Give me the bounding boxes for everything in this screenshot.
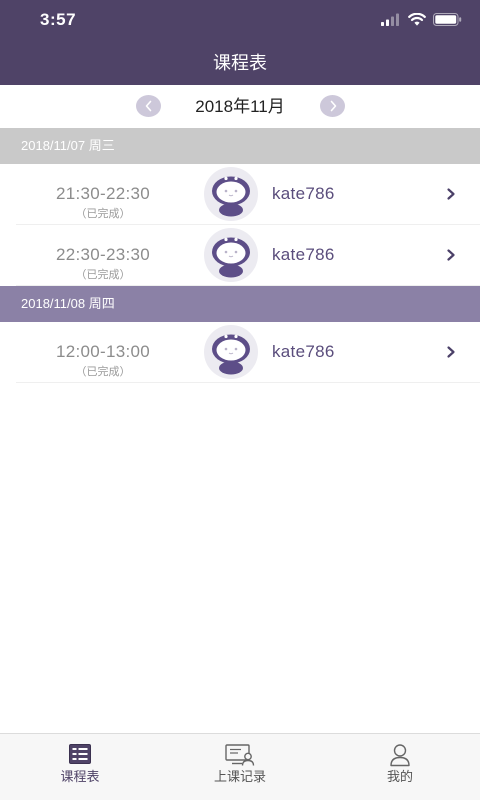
teacher-name: kate786 <box>272 184 335 203</box>
tab-label: 课程表 <box>60 769 100 784</box>
day-header: 2018/11/08 周四 <box>0 286 480 322</box>
robot-avatar-icon <box>204 228 258 282</box>
lesson-row[interactable]: 22:30-23:30 （已完成） kate786 <box>0 225 480 286</box>
status-bar: 3:57 <box>0 0 480 40</box>
page-title: 课程表 <box>213 53 267 73</box>
lesson-row[interactable]: 21:30-22:30 （已完成） kate786 <box>0 164 480 225</box>
chevron-right-icon <box>444 186 458 202</box>
status-time: 3:57 <box>40 10 77 29</box>
lesson-time: 22:30-23:30 <box>55 245 151 264</box>
robot-avatar-icon <box>204 325 258 379</box>
class-record-icon <box>160 743 320 767</box>
tab-bar: 课程表 上课记录 我的 <box>0 733 480 800</box>
chevron-right-icon <box>444 247 458 263</box>
prev-month-button[interactable] <box>136 95 161 117</box>
schedule-list: 2018/11/07 周三 21:30-22:30 （已完成） kate786 <box>0 128 480 383</box>
month-label: 2018年11月 <box>195 97 285 116</box>
status-icons <box>381 13 462 27</box>
day-header: 2018/11/07 周三 <box>0 128 480 164</box>
profile-icon <box>320 743 480 767</box>
nav-bar: 课程表 <box>0 40 480 85</box>
teacher-name: kate786 <box>272 342 335 361</box>
app-screen: 3:57 课程表 2018年11月 2018/11/07 周三 21:30-22… <box>0 0 480 800</box>
lesson-status: （已完成） <box>75 366 131 378</box>
wifi-icon <box>408 13 426 27</box>
lesson-time: 21:30-22:30 <box>55 184 151 203</box>
schedule-icon <box>0 743 160 767</box>
lesson-status: （已完成） <box>75 208 131 220</box>
tab-class-record[interactable]: 上课记录 <box>160 734 320 800</box>
chevron-left-icon <box>144 100 154 112</box>
robot-avatar-icon <box>204 167 258 221</box>
tab-schedule[interactable]: 课程表 <box>0 734 160 800</box>
teacher-name: kate786 <box>272 245 335 264</box>
lesson-status: （已完成） <box>75 269 131 281</box>
tab-label: 我的 <box>386 769 413 784</box>
lesson-time: 12:00-13:00 <box>55 342 151 361</box>
next-month-button[interactable] <box>320 95 345 117</box>
tab-label: 上课记录 <box>213 769 266 784</box>
chevron-right-icon <box>328 100 338 112</box>
battery-icon <box>433 13 462 27</box>
tab-profile[interactable]: 我的 <box>320 734 480 800</box>
signal-icon <box>381 13 401 27</box>
lesson-row[interactable]: 12:00-13:00 （已完成） kate786 <box>0 322 480 383</box>
month-selector: 2018年11月 <box>0 85 480 128</box>
chevron-right-icon <box>444 344 458 360</box>
